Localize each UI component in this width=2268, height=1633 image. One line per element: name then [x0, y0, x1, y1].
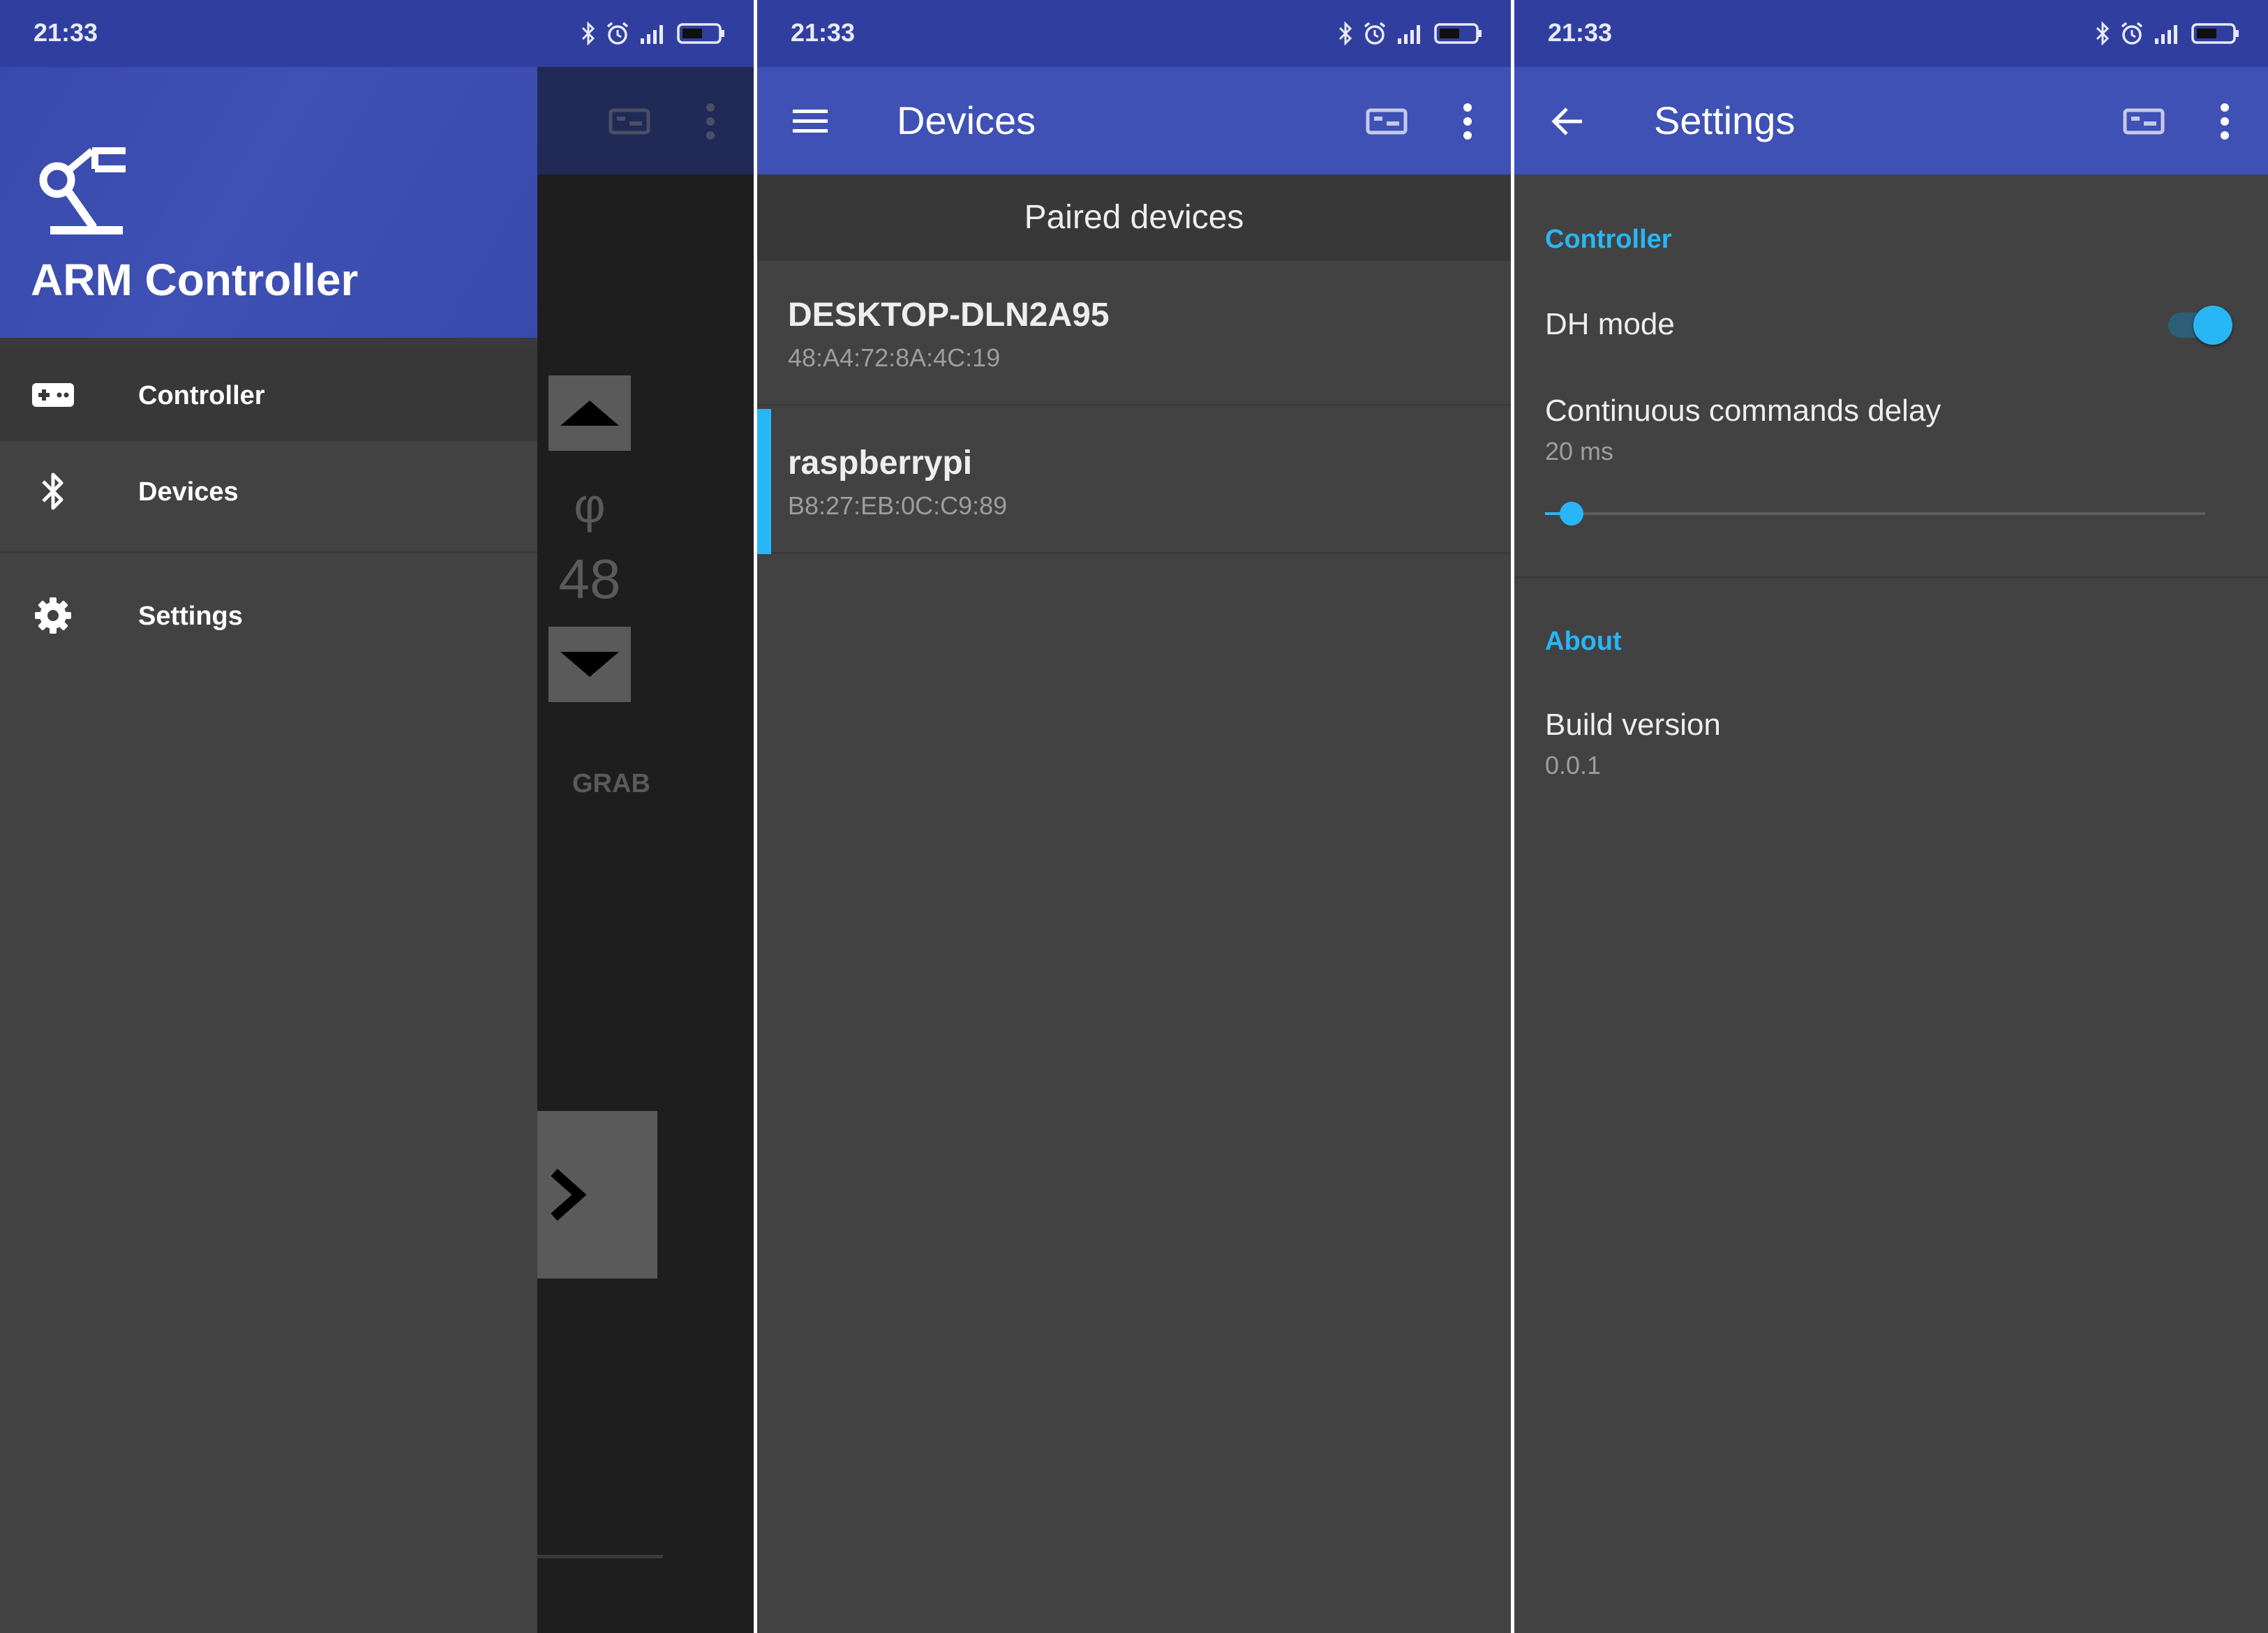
signal-icon [641, 25, 663, 44]
delay-title: Continuous commands delay [1545, 394, 1941, 428]
drawer-item-label: Controller [138, 381, 265, 410]
robot-arm-icon [36, 144, 127, 238]
gear-icon [31, 593, 75, 638]
alarm-icon [1364, 22, 1386, 45]
drawer-item-controller[interactable]: Controller [0, 349, 537, 441]
grab-button[interactable]: GRAB [572, 769, 650, 799]
delay-slider[interactable] [1545, 502, 2205, 525]
phi-symbol: φ [574, 478, 606, 532]
drawer-divider [0, 551, 537, 553]
list-item[interactable]: raspberrypi B8:27:EB:0C:C9:89 [757, 409, 1511, 554]
build-version-title: Build version [1545, 708, 1721, 742]
phi-down-button[interactable] [549, 627, 631, 702]
drawer-item-label: Devices [138, 477, 239, 507]
bluetooth-icon [31, 469, 75, 514]
back-arrow-icon[interactable] [1545, 99, 1590, 144]
bluetooth-connect-icon[interactable] [2121, 99, 2166, 144]
status-icons [2095, 18, 2240, 49]
phi-up-button[interactable] [549, 375, 631, 451]
signal-icon [2155, 25, 2177, 44]
bluetooth-connect-icon[interactable] [1364, 99, 1409, 144]
slider-thumb[interactable] [1560, 502, 1583, 525]
device-mac: B8:27:EB:0C:C9:89 [788, 491, 1008, 520]
dh-mode-preference[interactable]: DH mode [1514, 279, 2268, 370]
next-button[interactable] [537, 1111, 657, 1278]
app-bar: Settings [1514, 67, 2268, 174]
battery-icon [677, 23, 724, 44]
bluetooth-icon [581, 22, 595, 45]
drawer-item-settings[interactable]: Settings [0, 569, 537, 662]
devices-screen: 21:33 Devices Paired devices DESKTOP-DLN… [757, 0, 1511, 1633]
device-name: DESKTOP-DLN2A95 [788, 297, 1110, 334]
app-bar: Devices [757, 67, 1511, 174]
overflow-menu-icon[interactable] [2202, 99, 2247, 144]
build-version-value: 0.0.1 [1545, 751, 1602, 780]
section-title: Paired devices [1024, 199, 1244, 236]
alarm-icon [606, 22, 629, 45]
screen-separator [754, 0, 757, 1633]
status-time: 21:33 [1548, 18, 1613, 47]
status-bar: 21:33 [757, 0, 1511, 67]
drawer-item-devices[interactable]: Devices [0, 445, 537, 537]
drawer-header-shadow [0, 338, 537, 349]
page-title: Settings [1654, 98, 1796, 142]
signal-icon [1398, 25, 1420, 44]
battery-icon [2191, 23, 2239, 44]
toggle-thumb [2193, 306, 2232, 345]
status-time: 21:33 [791, 18, 856, 47]
device-name: raspberrypi [788, 445, 973, 482]
menu-icon[interactable] [788, 99, 833, 144]
bottom-divider [537, 1555, 663, 1558]
battery-icon [1434, 23, 1482, 44]
overflow-menu-icon[interactable] [1445, 99, 1490, 144]
navigation-drawer: ARM Controller Controller Devices Settin… [0, 0, 537, 1633]
status-bar: 21:33 [1514, 0, 2268, 67]
build-version-preference[interactable]: Build version 0.0.1 [1514, 691, 2268, 796]
arrow-down-icon [560, 652, 619, 677]
device-mac: 48:A4:72:8A:4C:19 [788, 343, 1001, 372]
paired-devices-header: Paired devices [757, 174, 1511, 261]
bluetooth-connect-icon[interactable] [607, 99, 652, 144]
section-divider [1514, 576, 2268, 579]
phi-value: 48 [558, 548, 621, 610]
drawer-item-label: Settings [138, 602, 243, 631]
dh-mode-title: DH mode [1545, 307, 1675, 341]
settings-screen: 21:33 Settings Controller DH mode Contin… [1514, 0, 2268, 1633]
status-icons [581, 18, 726, 49]
bluetooth-icon [1338, 22, 1352, 45]
selected-indicator [757, 409, 771, 554]
status-icons [1338, 18, 1483, 49]
delay-summary: 20 ms [1545, 437, 1614, 465]
category-controller: Controller [1545, 225, 1672, 254]
page-title: Devices [897, 98, 1036, 142]
alarm-icon [2121, 22, 2143, 45]
gamepad-icon [31, 373, 75, 417]
chevron-right-icon [551, 1168, 587, 1221]
screen-separator [1511, 0, 1514, 1633]
arrow-up-icon [560, 401, 619, 426]
overflow-menu-icon[interactable] [688, 99, 733, 144]
bluetooth-icon [2096, 22, 2110, 45]
list-item[interactable]: DESKTOP-DLN2A95 48:A4:72:8A:4C:19 [757, 261, 1511, 406]
status-bar: 21:33 [0, 0, 754, 67]
drawer-app-title: ARM Controller [31, 255, 359, 305]
controller-screen: φ 48 GRAB ARM Controller Controller Devi… [0, 0, 754, 1633]
drawer-header: ARM Controller [0, 67, 537, 338]
category-about: About [1545, 627, 1622, 656]
delay-preference: Continuous commands delay 20 ms [1514, 377, 2268, 558]
dh-mode-toggle[interactable] [2168, 306, 2232, 345]
status-time: 21:33 [33, 18, 98, 47]
